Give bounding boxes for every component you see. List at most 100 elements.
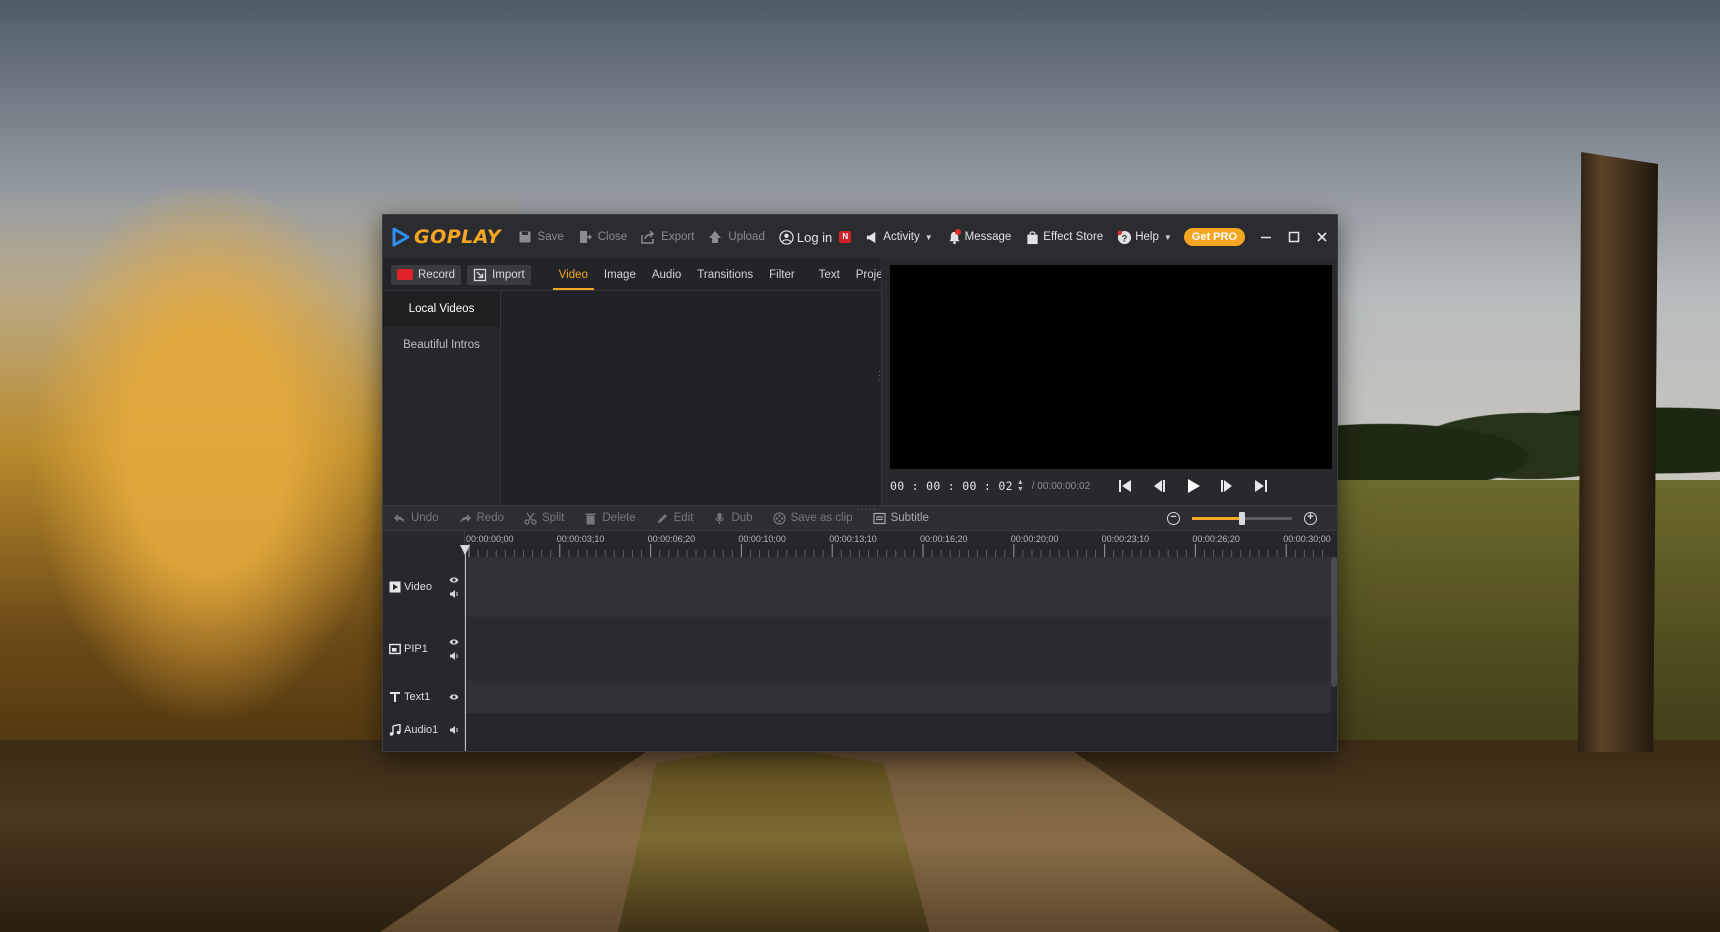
delete-label: Delete [602, 512, 636, 524]
eye-icon[interactable] [449, 692, 459, 702]
zoom-slider-fill [1192, 516, 1242, 520]
ruler-tick-label: 00:00:03;10 [556, 534, 605, 544]
login-label: Log in [796, 229, 833, 245]
tab-transitions[interactable]: Transitions [691, 259, 759, 290]
pip-track-icon [389, 643, 401, 655]
subtitle-button[interactable]: Subtitle [872, 512, 929, 525]
eye-icon[interactable] [449, 637, 459, 647]
next-frame-button[interactable] [1218, 477, 1236, 495]
playhead-handle[interactable] [460, 545, 470, 555]
save-as-clip-button[interactable]: Save as clip [772, 511, 853, 525]
zoom-slider-thumb[interactable] [1239, 511, 1245, 525]
pip-track-controls [449, 637, 459, 661]
category-beautiful-intros[interactable]: Beautiful Intros [383, 327, 500, 363]
video-preview[interactable] [890, 265, 1332, 469]
import-button[interactable]: Import [467, 264, 531, 285]
resize-grip[interactable]: ····· [857, 504, 877, 514]
speaker-icon[interactable] [449, 725, 459, 735]
login-button[interactable]: Log in N [779, 229, 852, 245]
goplay-window: GOPLAY Save Close Export Upload Log in N [382, 214, 1338, 752]
video-track-lane[interactable] [465, 557, 1331, 617]
upload-icon [709, 231, 722, 243]
pip-track-label: PIP1 [404, 643, 428, 655]
close-project-icon [579, 231, 592, 243]
audio-track-controls [449, 725, 459, 735]
timeline-scrollbar[interactable] [1331, 557, 1337, 687]
audio-track-lane[interactable] [465, 713, 1331, 747]
ruler-tick-label: 00:00:13;10 [829, 534, 877, 544]
stepper-down-icon[interactable]: ▼ [1017, 486, 1024, 493]
skip-to-end-button[interactable] [1252, 477, 1270, 495]
delete-button[interactable]: Delete [584, 512, 636, 525]
track-header-video[interactable]: Video [383, 557, 465, 617]
split-button[interactable]: Split [524, 512, 564, 525]
close-window-button[interactable] [1315, 230, 1329, 244]
tab-filter[interactable]: Filter [763, 259, 801, 290]
save-as-clip-label: Save as clip [790, 512, 853, 524]
pip-track-lane[interactable] [465, 617, 1331, 681]
current-timecode[interactable]: 00 : 00 : 00 : 02 [890, 479, 1013, 493]
media-content-area[interactable] [501, 291, 881, 505]
upload-label: Upload [728, 231, 765, 243]
dub-button[interactable]: Dub [713, 512, 753, 525]
minimize-button[interactable] [1259, 230, 1273, 244]
media-category-list: Local Videos Beautiful Intros [383, 291, 501, 505]
zoom-in-icon[interactable]: + [1304, 511, 1317, 525]
help-menu[interactable]: ? Help ▼ [1117, 230, 1172, 245]
tab-video[interactable]: Video [552, 259, 595, 290]
ruler-tick-label: 00:00:16;20 [920, 534, 968, 544]
timeline-ruler[interactable]: 00:00:00;00 00:00:03;10 00:00:06;20 00:00:1… [465, 531, 1335, 557]
undo-button[interactable]: Undo [393, 512, 439, 525]
timecode-stepper[interactable]: ▲ ▼ [1017, 479, 1024, 493]
redo-button[interactable]: Redo [459, 512, 504, 525]
speaker-icon[interactable] [449, 589, 459, 599]
next-frame-icon [1221, 480, 1233, 492]
record-button[interactable]: Record [391, 264, 462, 285]
tab-image[interactable]: Image [598, 259, 642, 290]
speaker-icon[interactable] [449, 651, 459, 661]
upload-button[interactable]: Upload [708, 230, 765, 244]
get-pro-button[interactable]: Get PRO [1183, 228, 1245, 246]
tab-text[interactable]: Text [813, 259, 846, 290]
maximize-button[interactable] [1287, 230, 1301, 244]
export-button[interactable]: Export [641, 230, 694, 244]
zoom-slider[interactable] [1192, 511, 1292, 525]
edit-button[interactable]: Edit [656, 512, 693, 525]
tab-audio[interactable]: Audio [646, 259, 687, 290]
category-local-videos[interactable]: Local Videos [383, 291, 500, 327]
previous-frame-button[interactable] [1150, 477, 1168, 495]
text-track-lane[interactable] [465, 681, 1331, 713]
dub-label: Dub [731, 512, 753, 524]
subtitle-label: Subtitle [890, 512, 929, 524]
stepper-up-icon[interactable]: ▲ [1017, 479, 1024, 486]
skip-to-start-button[interactable] [1116, 477, 1134, 495]
track-header-text[interactable]: Text1 [383, 681, 465, 713]
edit-toolbar: ····· Undo Redo Split Delete Edit Dub Sa… [383, 504, 1337, 531]
effect-store-button[interactable]: Effect Store [1025, 230, 1103, 245]
track-header-pip[interactable]: PIP1 [383, 617, 465, 681]
zoom-out-icon[interactable]: − [1167, 511, 1180, 525]
help-icon: ? [1117, 230, 1132, 244]
audio-track-label: Audio1 [404, 724, 439, 736]
play-button[interactable] [1184, 477, 1202, 495]
playhead[interactable] [460, 545, 470, 751]
panel-splitter[interactable]: · · · [878, 367, 881, 384]
redo-icon [459, 513, 471, 523]
activity-menu[interactable]: Activity ▼ [865, 230, 933, 245]
user-icon [779, 229, 794, 245]
app-logo: GOPLAY [383, 226, 504, 248]
close-project-button[interactable]: Close [578, 230, 627, 244]
new-badge: N [839, 231, 852, 243]
eye-icon[interactable] [449, 575, 459, 585]
title-bar[interactable]: GOPLAY Save Close Export Upload Log in N [383, 215, 1337, 259]
message-button[interactable]: Message [947, 228, 1012, 245]
split-label: Split [542, 512, 565, 524]
timeline: Video PIP1 Text1 Audio1 00:00:00;00 00:0… [383, 531, 1337, 751]
effect-store-label: Effect Store [1043, 231, 1104, 243]
track-header-audio[interactable]: Audio1 [383, 713, 465, 747]
save-button[interactable]: Save [518, 230, 564, 244]
music-note-icon [389, 724, 401, 736]
goplay-logo-icon [392, 227, 410, 247]
message-label: Message [964, 231, 1012, 243]
undo-icon [394, 513, 405, 523]
